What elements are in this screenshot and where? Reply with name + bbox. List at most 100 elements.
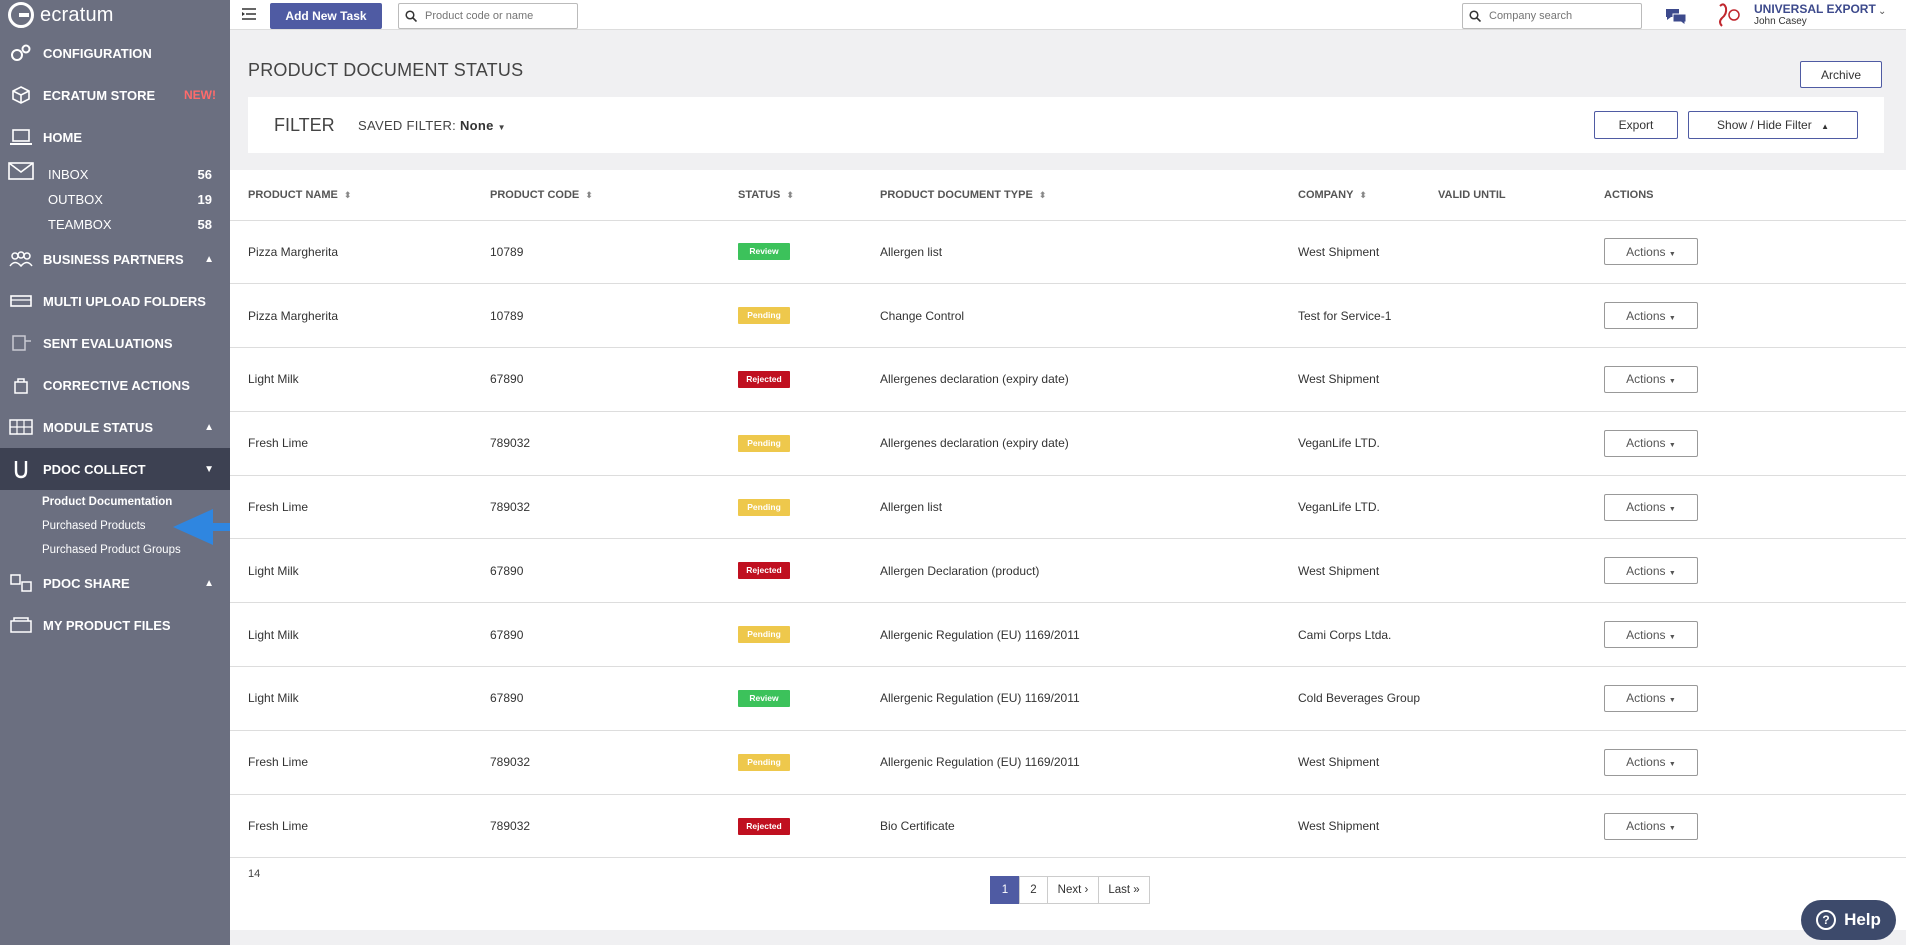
sort-icon[interactable]: ⬍ — [1359, 190, 1367, 200]
documents-table: PRODUCT NAME ⬍ PRODUCT CODE ⬍ STATUS ⬍ PROD… — [230, 170, 1906, 859]
user-name[interactable]: John Casey — [1754, 16, 1807, 27]
column-label: PRODUCT NAME — [248, 188, 338, 201]
actions-label: Actions — [1626, 500, 1666, 515]
actions-dropdown-button[interactable]: Actions ▼ — [1604, 748, 1698, 776]
mail-count: 58 — [197, 217, 212, 232]
brand-logo[interactable]: ecratum — [0, 0, 230, 30]
last-page-button[interactable]: Last » — [1098, 876, 1150, 904]
sort-icon[interactable]: ⬍ — [786, 190, 794, 200]
actions-dropdown-button[interactable]: Actions ▼ — [1604, 557, 1698, 585]
company-name[interactable]: UNIVERSAL EXPORT — [1754, 2, 1876, 16]
status-cell: Pending — [738, 602, 880, 668]
product-search[interactable] — [398, 3, 578, 29]
actions-label: Actions — [1626, 244, 1666, 259]
actions-dropdown-button[interactable]: Actions ▼ — [1604, 621, 1698, 649]
page-1-button[interactable]: 1 — [990, 876, 1020, 904]
company-search[interactable] — [1462, 3, 1642, 29]
sidebar-item-module-status[interactable]: MODULE STATUS ▲ — [0, 406, 230, 448]
sidebar-item-inbox[interactable]: INBOX 56 — [0, 162, 230, 187]
actions-cell: Actions ▼ — [1604, 730, 1906, 795]
actions-dropdown-button[interactable]: Actions ▼ — [1604, 365, 1698, 393]
share-icon — [8, 573, 34, 593]
product-name-cell: Light Milk — [230, 602, 490, 668]
valid-until-cell — [1438, 475, 1604, 540]
sort-icon[interactable]: ⬍ — [1039, 190, 1047, 200]
status-badge: Pending — [738, 498, 790, 516]
actions-cell: Actions ▼ — [1604, 220, 1906, 285]
add-new-task-button[interactable]: Add New Task — [270, 3, 382, 29]
next-page-button[interactable]: Next › — [1047, 876, 1099, 904]
sort-icon[interactable]: ⬍ — [344, 190, 352, 200]
column-company[interactable]: COMPANY ⬍ — [1298, 170, 1438, 221]
status-cell: Pending — [738, 730, 880, 795]
sidebar-item-sent-evaluations[interactable]: SENT EVALUATIONS — [0, 322, 230, 364]
sidebar-item-home[interactable]: HOME — [0, 116, 230, 158]
caret-down-icon: ▼ — [1668, 697, 1676, 705]
company-cell: VeganLife LTD. — [1298, 475, 1438, 540]
actions-dropdown-button[interactable]: Actions ▼ — [1604, 812, 1698, 840]
product-name-cell: Fresh Lime — [230, 730, 490, 795]
status-badge: Pending — [738, 753, 790, 771]
company-search-input[interactable] — [1489, 10, 1627, 22]
actions-dropdown-button[interactable]: Actions ▼ — [1604, 684, 1698, 712]
chat-icon[interactable] — [1664, 6, 1688, 26]
truck-icon — [8, 291, 34, 311]
actions-dropdown-button[interactable]: Actions ▼ — [1604, 429, 1698, 457]
sidebar-item-pdoc-collect[interactable]: PDOC COLLECT ▼ — [0, 448, 230, 490]
caret-up-icon: ▲ — [1821, 122, 1829, 131]
sidebar-item-ecratum-store[interactable]: ECRATUM STORE NEW! — [0, 74, 230, 116]
saved-filter-dropdown[interactable]: SAVED FILTER: None ▼ — [358, 118, 506, 133]
sidebar-item-teambox[interactable]: TEAMBOX 58 — [0, 212, 230, 237]
sidebar-item-label: SENT EVALUATIONS — [43, 335, 173, 351]
actions-cell: Actions ▼ — [1604, 347, 1906, 412]
actions-label: Actions — [1626, 755, 1666, 770]
document-type-cell: Allergenic Regulation (EU) 1169/2011 — [880, 602, 1298, 668]
sort-icon[interactable]: ⬍ — [585, 190, 593, 200]
status-badge: Review — [738, 243, 790, 261]
sidebar-item-corrective-actions[interactable]: CORRECTIVE ACTIONS — [0, 364, 230, 406]
column-product-code[interactable]: PRODUCT CODE ⬍ — [490, 170, 738, 221]
sidebar-item-label: MY PRODUCT FILES — [43, 617, 171, 633]
sidebar-item-multi-upload-folders[interactable]: MULTI UPLOAD FOLDERS — [0, 280, 230, 322]
sidebar-item-configuration[interactable]: CONFIGURATION — [0, 32, 230, 74]
column-status[interactable]: STATUS ⬍ — [738, 170, 880, 221]
archive-button[interactable]: Archive — [1800, 61, 1882, 88]
status-cell: Rejected — [738, 794, 880, 859]
product-name-cell: Light Milk — [230, 347, 490, 412]
sidebar-item-business-partners[interactable]: BUSINESS PARTNERS ▲ — [0, 238, 230, 280]
actions-dropdown-button[interactable]: Actions ▼ — [1604, 493, 1698, 521]
sidebar-item-label: PDOC COLLECT — [43, 461, 146, 477]
actions-dropdown-button[interactable]: Actions ▼ — [1604, 238, 1698, 266]
column-product-name[interactable]: PRODUCT NAME ⬍ — [230, 170, 490, 221]
filter-title: FILTER — [274, 115, 335, 135]
help-button[interactable]: ? Help — [1801, 900, 1896, 940]
sidebar-item-my-product-files[interactable]: MY PRODUCT FILES — [0, 604, 230, 646]
column-label: STATUS — [738, 188, 781, 201]
sidebar-item-pdoc-share[interactable]: PDOC SHARE ▲ — [0, 562, 230, 604]
document-type-cell: Change Control — [880, 283, 1298, 349]
status-badge: Rejected — [738, 817, 790, 835]
cubes-icon — [8, 85, 34, 105]
export-button[interactable]: Export — [1594, 111, 1678, 139]
valid-until-cell — [1438, 602, 1604, 668]
sidebar-item-label: MULTI UPLOAD FOLDERS — [43, 293, 206, 309]
column-document-type[interactable]: PRODUCT DOCUMENT TYPE ⬍ — [880, 170, 1298, 221]
actions-dropdown-button[interactable]: Actions ▼ — [1604, 302, 1698, 330]
product-code-cell: 789032 — [490, 794, 738, 859]
show-hide-filter-button[interactable]: Show / Hide Filter ▲ — [1688, 111, 1858, 139]
page-2-button[interactable]: 2 — [1019, 876, 1048, 904]
sidebar-item-outbox[interactable]: OUTBOX 19 — [0, 187, 230, 212]
column-label: PRODUCT CODE — [490, 188, 580, 201]
caret-down-icon: ▼ — [1668, 633, 1676, 641]
caret-down-icon: ▼ — [1668, 378, 1676, 386]
company-cell: Cold Beverages Group — [1298, 666, 1438, 731]
sidebar-item-label: CONFIGURATION — [43, 45, 152, 61]
caret-down-icon: ▼ — [1668, 314, 1676, 322]
product-code-cell: 67890 — [490, 538, 738, 604]
chevron-down-icon[interactable]: ⌄ — [1878, 6, 1886, 17]
menu-toggle-icon[interactable] — [242, 8, 256, 20]
question-circle-icon: ? — [1816, 910, 1837, 930]
product-code-cell: 67890 — [490, 602, 738, 668]
table-row: Light Milk 67890 Rejected Allergenes declar… — [230, 347, 1906, 412]
product-search-input[interactable] — [425, 10, 563, 22]
